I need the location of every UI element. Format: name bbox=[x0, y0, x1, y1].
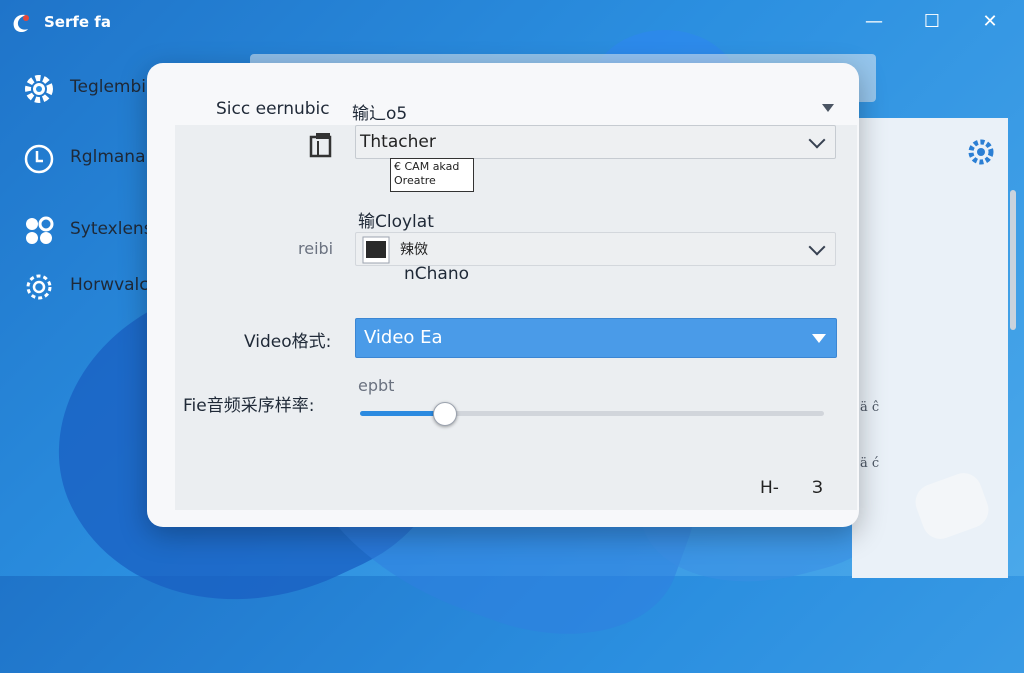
apps-icon bbox=[26, 216, 54, 244]
popup-line: € CAM akad bbox=[394, 160, 460, 173]
video-format-label: Video格式: bbox=[244, 332, 332, 352]
sample-rate-value-label: epbt bbox=[358, 376, 395, 395]
minimize-button[interactable]: — bbox=[856, 8, 892, 36]
footer-left-button[interactable]: H- bbox=[760, 478, 779, 498]
window-title: Serfe fa bbox=[44, 13, 111, 31]
background-mark: ä ć bbox=[860, 456, 880, 471]
app-logo-icon bbox=[13, 14, 29, 32]
device-dropdown[interactable]: 辣傚 bbox=[355, 232, 836, 266]
collapse-caret-icon[interactable] bbox=[822, 104, 834, 112]
camera-popup[interactable]: € CAM akad Oreatre bbox=[390, 158, 474, 192]
settings-gear-icon[interactable] bbox=[966, 137, 996, 167]
video-format-dropdown[interactable]: Video Ea bbox=[355, 318, 837, 358]
camera-icon bbox=[309, 133, 332, 158]
camera-dropdown-value: Thtacher bbox=[360, 132, 436, 152]
device-name: nChano bbox=[404, 264, 470, 284]
maximize-button[interactable]: ☐ bbox=[914, 8, 950, 36]
section-label: 输Cloylat bbox=[358, 212, 434, 232]
sample-rate-slider[interactable] bbox=[360, 411, 824, 416]
chevron-down-icon bbox=[808, 238, 826, 256]
device-dropdown-value: 辣傚 bbox=[400, 242, 428, 258]
sidebar-item-label: Rglmana bbox=[70, 147, 146, 167]
sidebar-item-label: Horwvalc bbox=[70, 275, 149, 295]
settings-icon bbox=[26, 274, 52, 300]
camera-dropdown[interactable]: Thtacher bbox=[355, 125, 836, 159]
sample-rate-label: Fie音频采序样率: bbox=[183, 396, 315, 416]
chevron-down-icon bbox=[808, 131, 826, 149]
clock-icon bbox=[24, 144, 54, 174]
footer-right-button[interactable]: З bbox=[812, 478, 823, 498]
caret-down-icon bbox=[812, 334, 826, 343]
background-scrollbar[interactable] bbox=[1010, 190, 1016, 330]
row-label: reibi bbox=[298, 239, 334, 258]
output-label: 输辶o5 bbox=[352, 104, 408, 124]
popup-line: Oreatre bbox=[394, 174, 436, 187]
sidebar-item-label: Teglembi bbox=[70, 77, 147, 97]
source-label: Sicc eernubic bbox=[216, 99, 330, 119]
gear-icon bbox=[25, 75, 53, 103]
monitor-icon bbox=[362, 236, 390, 264]
title-bar: Serfe fa — ☐ ✕ bbox=[0, 0, 1024, 44]
background-mark: ä ĉ bbox=[860, 400, 880, 415]
slider-thumb[interactable] bbox=[432, 402, 457, 426]
slider-fill bbox=[360, 411, 444, 416]
video-format-value: Video Ea bbox=[364, 327, 443, 348]
sidebar-item-label: Sytexlens bbox=[70, 219, 153, 239]
close-button[interactable]: ✕ bbox=[972, 8, 1008, 36]
